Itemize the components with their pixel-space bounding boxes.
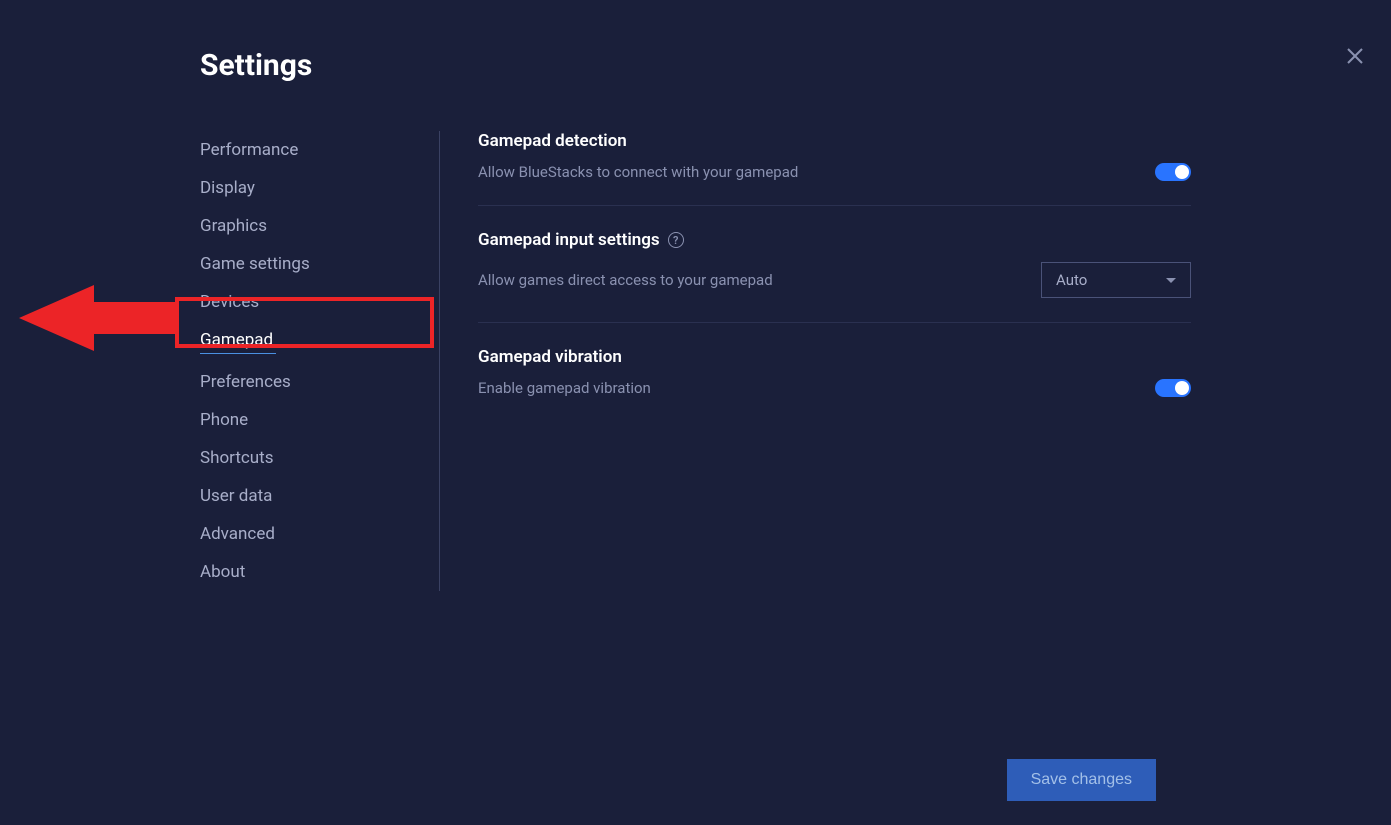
gamepad-detection-toggle[interactable] — [1155, 163, 1191, 181]
chevron-down-icon — [1166, 278, 1176, 283]
sidebar-item-display[interactable]: Display — [200, 169, 419, 207]
active-underline — [200, 353, 276, 354]
sidebar-item-performance[interactable]: Performance — [200, 131, 419, 169]
sidebar-item-phone[interactable]: Phone — [200, 401, 419, 439]
help-icon[interactable]: ? — [668, 232, 684, 248]
section-title-vibration: Gamepad vibration — [478, 347, 1191, 367]
sidebar-item-advanced[interactable]: Advanced — [200, 515, 419, 553]
sidebar-item-gamepad[interactable]: Gamepad — [200, 321, 419, 363]
gamepad-input-section: Gamepad input settings ? Allow games dir… — [478, 230, 1191, 323]
gamepad-vibration-section: Gamepad vibration Enable gamepad vibrati… — [478, 347, 1191, 421]
sidebar-item-user-data[interactable]: User data — [200, 477, 419, 515]
section-desc-input: Allow games direct access to your gamepa… — [478, 271, 773, 289]
section-title-detection: Gamepad detection — [478, 131, 1191, 151]
gamepad-vibration-toggle[interactable] — [1155, 379, 1191, 397]
section-title-input: Gamepad input settings ? — [478, 230, 1191, 250]
settings-main: Gamepad detection Allow BlueStacks to co… — [440, 131, 1191, 591]
sidebar-item-graphics[interactable]: Graphics — [200, 207, 419, 245]
section-desc-detection: Allow BlueStacks to connect with your ga… — [478, 163, 798, 181]
settings-sidebar: Performance Display Graphics Game settin… — [200, 131, 440, 591]
sidebar-item-preferences[interactable]: Preferences — [200, 363, 419, 401]
gamepad-detection-section: Gamepad detection Allow BlueStacks to co… — [478, 131, 1191, 206]
sidebar-item-label: Gamepad — [200, 330, 273, 350]
gamepad-input-select[interactable]: Auto — [1041, 262, 1191, 298]
page-title: Settings — [200, 48, 1191, 83]
save-changes-button[interactable]: Save changes — [1007, 759, 1156, 801]
sidebar-item-about[interactable]: About — [200, 553, 419, 591]
select-value: Auto — [1056, 271, 1087, 289]
sidebar-item-game-settings[interactable]: Game settings — [200, 245, 419, 283]
section-desc-vibration: Enable gamepad vibration — [478, 379, 651, 397]
sidebar-item-devices[interactable]: Devices — [200, 283, 419, 321]
sidebar-item-shortcuts[interactable]: Shortcuts — [200, 439, 419, 477]
